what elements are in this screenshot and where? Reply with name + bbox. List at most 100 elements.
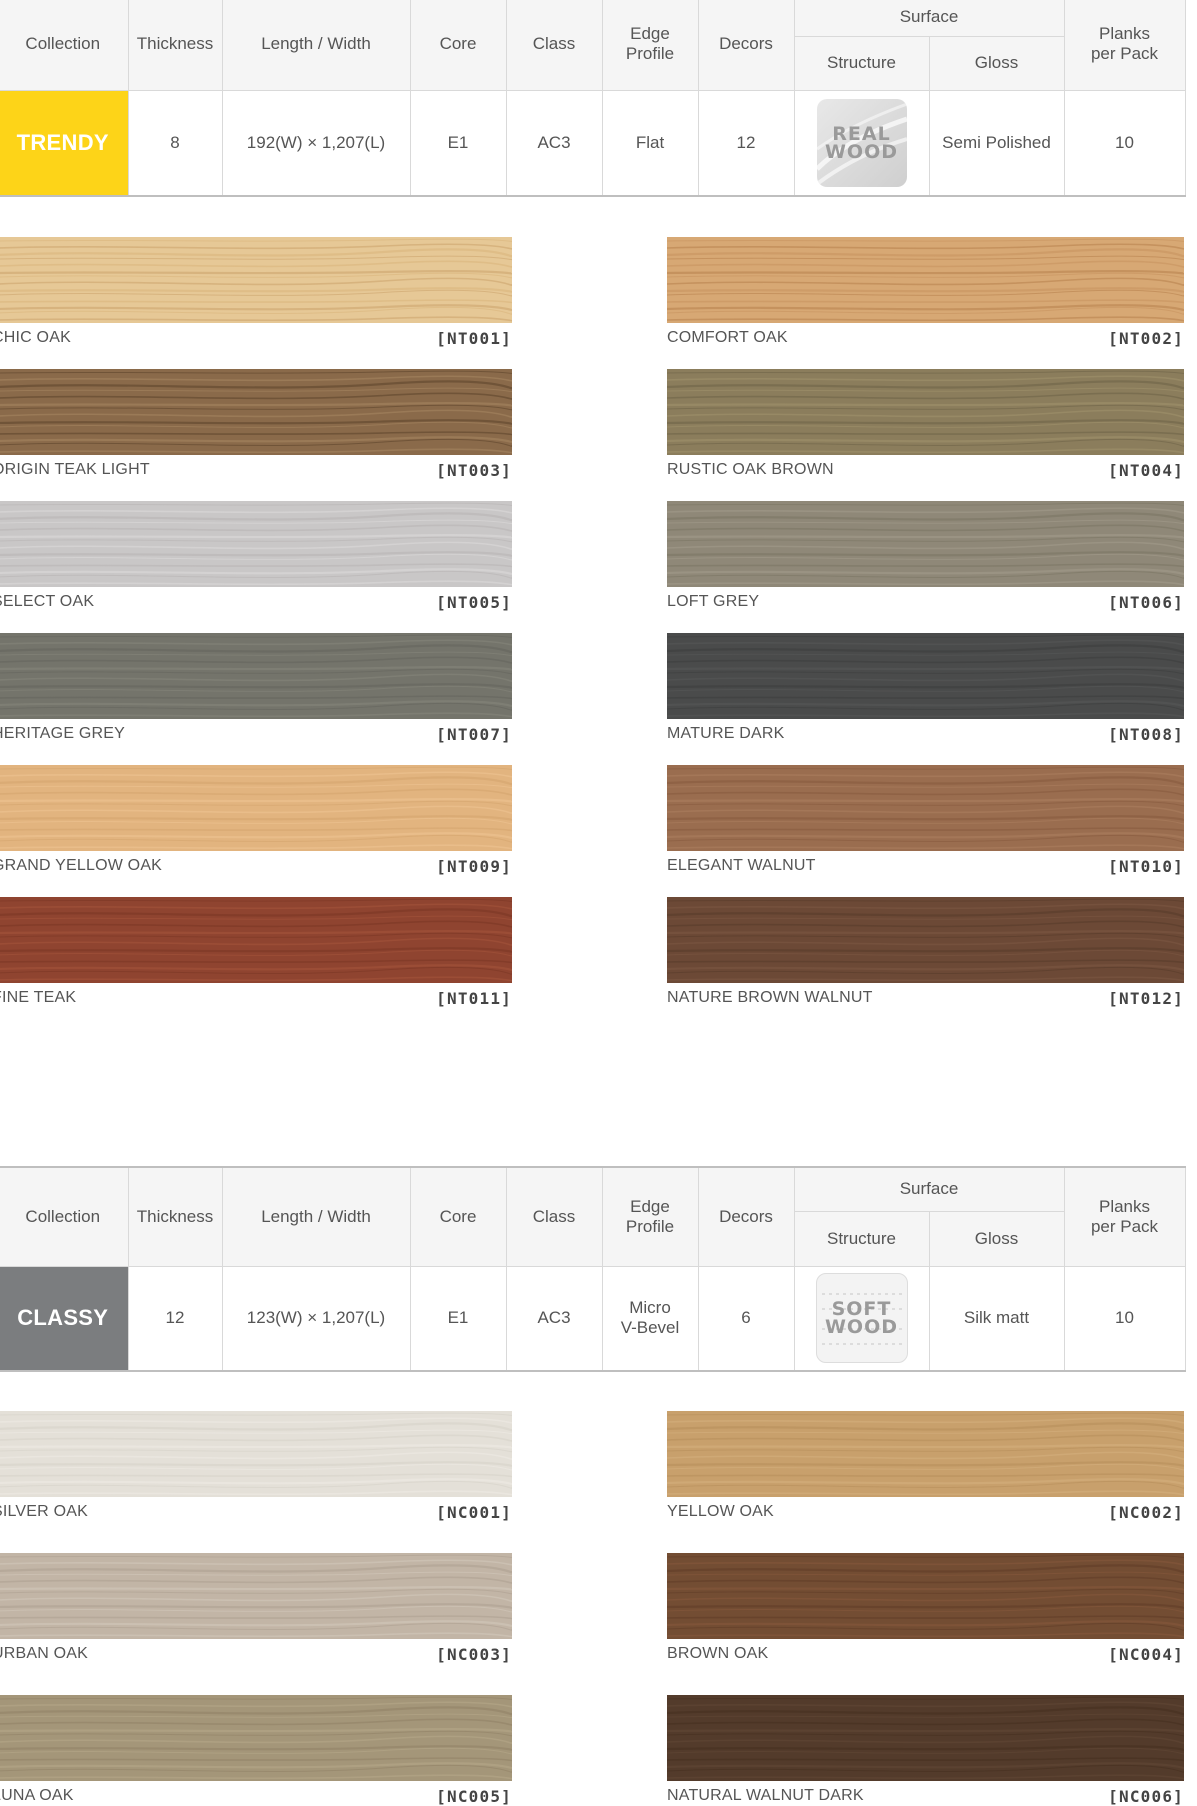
- plank-swatch: [667, 1553, 1184, 1639]
- soft-wood-icon: SOFT WOOD: [815, 1273, 908, 1364]
- classy-spec-section: Collection Thickness Length / Width Core…: [0, 1166, 1197, 1376]
- decor-name: NATURAL WALNUT DARK: [667, 1787, 864, 1804]
- plank-swatch: [667, 633, 1184, 719]
- decor-code: [NT010]: [1108, 857, 1184, 876]
- decor-code: [NT009]: [436, 857, 512, 876]
- decor-name: HERITAGE GREY: [0, 725, 125, 742]
- decors-value: 12: [698, 90, 795, 197]
- header-length-width: Length / Width: [222, 1167, 411, 1267]
- header-class: Class: [506, 0, 603, 91]
- plank-swatch: [0, 1553, 512, 1639]
- decor-name: NATURE BROWN WALNUT: [667, 989, 873, 1006]
- header-gloss: Gloss: [929, 1211, 1065, 1267]
- decor-code: [NT001]: [436, 329, 512, 348]
- plank-swatch: [0, 897, 512, 983]
- plank-swatch: [0, 237, 512, 323]
- decor-code: [NT007]: [436, 725, 512, 744]
- edge-profile-value: Flat: [602, 90, 699, 197]
- decor-code: [NC004]: [1108, 1645, 1184, 1664]
- decor-code: [NT002]: [1108, 329, 1184, 348]
- header-planks-per-pack: Planks per Pack: [1064, 1167, 1186, 1267]
- plank-swatch: [0, 501, 512, 587]
- header-class: Class: [506, 1167, 603, 1267]
- plank-swatch: [0, 765, 512, 851]
- header-edge-profile: Edge Profile: [602, 0, 699, 91]
- decor-name: RUSTIC OAK BROWN: [667, 461, 834, 478]
- header-core: Core: [410, 1167, 507, 1267]
- plank-swatch: [0, 1411, 512, 1497]
- header-length-width: Length / Width: [222, 0, 411, 91]
- classy-spec-table: Collection Thickness Length / Width Core…: [0, 1166, 1186, 1372]
- decor-name: SILVER OAK: [0, 1503, 88, 1520]
- decor-code: [NC006]: [1108, 1787, 1184, 1806]
- header-collection: Collection: [0, 0, 129, 91]
- decor-code: [NC005]: [436, 1787, 512, 1806]
- header-thickness: Thickness: [128, 0, 223, 91]
- length-width-value: 123(W) × 1,207(L): [222, 1266, 411, 1372]
- decor-code: [NT008]: [1108, 725, 1184, 744]
- header-gloss: Gloss: [929, 36, 1065, 91]
- header-surface: Surface: [794, 1167, 1065, 1212]
- decor-name: COMFORT OAK: [667, 329, 788, 346]
- header-structure: Structure: [794, 1211, 930, 1267]
- length-width-value: 192(W) × 1,207(L): [222, 90, 411, 197]
- plank-swatch: [667, 897, 1184, 983]
- class-value: AC3: [506, 1266, 603, 1372]
- header-structure: Structure: [794, 36, 930, 91]
- header-core: Core: [410, 0, 507, 91]
- decor-code: [NT011]: [436, 989, 512, 1008]
- core-value: E1: [410, 1266, 507, 1372]
- collection-badge-classy: CLASSY: [0, 1266, 129, 1372]
- decor-code: [NC001]: [436, 1503, 512, 1522]
- structure-cell: REAL WOOD: [794, 90, 930, 197]
- gloss-value: Semi Polished: [929, 90, 1065, 197]
- thickness-value: 8: [128, 90, 223, 197]
- decor-code: [NC002]: [1108, 1503, 1184, 1522]
- decor-name: YELLOW OAK: [667, 1503, 774, 1520]
- plank-swatch: [667, 501, 1184, 587]
- decor-name: ELEGANT WALNUT: [667, 857, 816, 874]
- header-thickness: Thickness: [128, 1167, 223, 1267]
- trendy-spec-table: Collection Thickness Length / Width Core…: [0, 0, 1186, 197]
- decor-name: LOFT GREY: [667, 593, 760, 610]
- plank-swatch: [0, 633, 512, 719]
- decor-code: [NT006]: [1108, 593, 1184, 612]
- header-collection: Collection: [0, 1167, 129, 1267]
- header-surface: Surface: [794, 0, 1065, 37]
- plank-swatch: [0, 369, 512, 455]
- class-value: AC3: [506, 90, 603, 197]
- decor-code: [NT012]: [1108, 989, 1184, 1008]
- decor-name: BROWN OAK: [667, 1645, 769, 1662]
- decor-name: LUNA OAK: [0, 1787, 74, 1804]
- plank-swatch: [667, 237, 1184, 323]
- plank-swatch: [667, 1411, 1184, 1497]
- plank-swatch: [667, 369, 1184, 455]
- decor-name: GRAND YELLOW OAK: [0, 857, 163, 874]
- gloss-value: Silk matt: [929, 1266, 1065, 1372]
- decor-name: CHIC OAK: [0, 329, 71, 346]
- structure-cell: SOFT WOOD: [794, 1266, 930, 1372]
- plank-swatch: [0, 1695, 512, 1781]
- edge-profile-value: Micro V-Bevel: [602, 1266, 699, 1372]
- decor-code: [NC003]: [436, 1645, 512, 1664]
- thickness-value: 12: [128, 1266, 223, 1372]
- decor-code: [NT003]: [436, 461, 512, 480]
- trendy-spec-section: Collection Thickness Length / Width Core…: [0, 0, 1197, 200]
- decor-name: ORIGIN TEAK LIGHT: [0, 461, 150, 478]
- core-value: E1: [410, 90, 507, 197]
- planks-per-pack-value: 10: [1064, 1266, 1186, 1372]
- real-wood-icon: REAL WOOD: [816, 98, 907, 187]
- decor-name: SELECT OAK: [0, 593, 95, 610]
- header-decors: Decors: [698, 0, 795, 91]
- decors-value: 6: [698, 1266, 795, 1372]
- decor-name: URBAN OAK: [0, 1645, 89, 1662]
- decor-code: [NT005]: [436, 593, 512, 612]
- decor-name: MATURE DARK: [667, 725, 785, 742]
- planks-per-pack-value: 10: [1064, 90, 1186, 197]
- plank-swatch: [667, 765, 1184, 851]
- header-planks-per-pack: Planks per Pack: [1064, 0, 1186, 91]
- decor-code: [NT004]: [1108, 461, 1184, 480]
- collection-badge-trendy: TRENDY: [0, 90, 129, 197]
- plank-swatch: [667, 1695, 1184, 1781]
- header-decors: Decors: [698, 1167, 795, 1267]
